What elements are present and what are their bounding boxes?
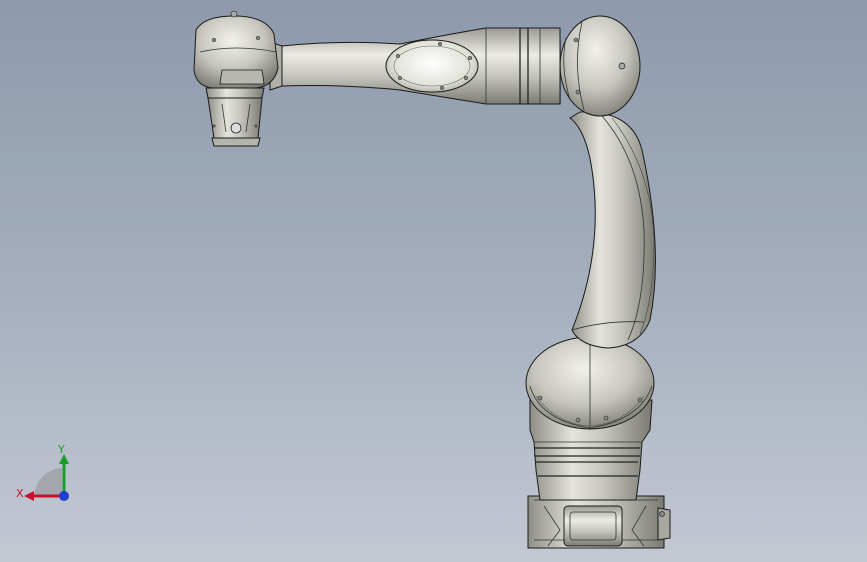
- robot-arm-model[interactable]: [0, 0, 867, 562]
- elbow-joint[interactable]: [559, 15, 641, 117]
- upper-arm-link[interactable]: [569, 111, 656, 349]
- shoulder-joint[interactable]: [525, 336, 655, 501]
- robot-base[interactable]: [527, 495, 671, 549]
- graphics-viewport[interactable]: X Y: [0, 0, 867, 562]
- z-axis-dot: [59, 491, 69, 501]
- x-axis-arrowhead: [24, 491, 34, 501]
- tool-flange[interactable]: [207, 97, 263, 147]
- x-axis-label: X: [16, 487, 24, 500]
- triad-plane: [34, 468, 62, 496]
- y-axis-label: Y: [58, 443, 65, 456]
- wrist-joint[interactable]: [193, 10, 279, 99]
- forearm-link[interactable]: [269, 27, 561, 105]
